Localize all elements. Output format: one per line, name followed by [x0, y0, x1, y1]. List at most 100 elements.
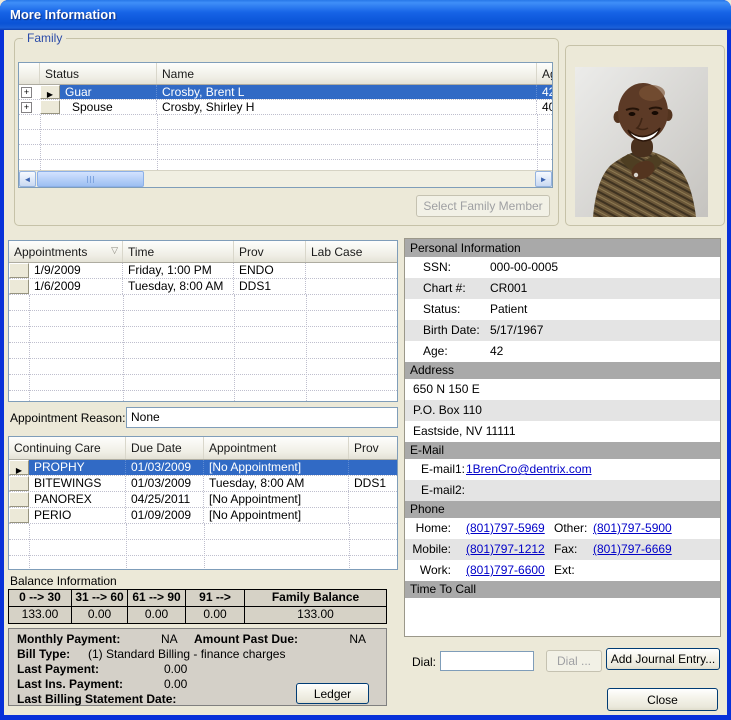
- chart-value: CR001: [490, 281, 528, 295]
- age-row: Age: 42: [405, 341, 720, 362]
- add-journal-entry-button[interactable]: Add Journal Entry...: [606, 648, 720, 670]
- empty-row: [9, 375, 397, 391]
- expand-icon[interactable]: +: [21, 102, 32, 113]
- age-column-header[interactable]: Ag: [537, 63, 552, 84]
- continuing-care-column-header[interactable]: Continuing Care: [9, 437, 126, 459]
- phone-row-home-other: Home: (801)797-5969 Other: (801)797-5900: [405, 518, 720, 539]
- family-group-label: Family: [23, 31, 67, 45]
- balance-header-row: 0 --> 30 31 --> 60 61 --> 90 91 --> Fami…: [9, 590, 386, 607]
- scroll-left-icon[interactable]: ◄: [19, 171, 36, 187]
- care-type-cell: PROPHY: [29, 460, 126, 475]
- status-row: Status: Patient: [405, 299, 720, 320]
- window-title: More Information: [10, 7, 117, 22]
- aging-61-90-value: 0.00: [128, 607, 186, 623]
- title-bar[interactable]: More Information: [0, 0, 731, 30]
- chart-row: Chart #: CR001: [405, 278, 720, 299]
- work-label: Work:: [419, 563, 451, 577]
- tree-cell: +: [19, 100, 40, 114]
- family-grid: Status Name Ag + ▶ Guar Crosby, Brent L …: [18, 62, 553, 188]
- continuing-care-row[interactable]: BITEWINGS 01/03/2009 Tuesday, 8:00 AM DD…: [9, 476, 397, 492]
- close-button[interactable]: Close: [607, 688, 718, 711]
- dial-button[interactable]: Dial ...: [546, 650, 602, 672]
- time-column-header[interactable]: Time: [123, 241, 234, 262]
- aging-31-60-value: 0.00: [72, 607, 128, 623]
- empty-row: [9, 295, 397, 311]
- continuing-care-row[interactable]: ▶ PROPHY 01/03/2009 [No Appointment]: [9, 460, 397, 476]
- appointments-column-header[interactable]: Appointments ▽: [9, 241, 123, 262]
- grid-line: [204, 524, 206, 569]
- status-value: Patient: [490, 302, 528, 316]
- address-text: 650 N 150 E: [413, 382, 480, 396]
- family-row-guarantor[interactable]: + ▶ Guar Crosby, Brent L 42: [19, 85, 552, 100]
- ssn-label: SSN:: [423, 260, 452, 274]
- continuing-care-row[interactable]: PERIO 01/09/2009 [No Appointment]: [9, 508, 397, 524]
- name-column-header[interactable]: Name: [157, 63, 537, 84]
- appointment-column-header[interactable]: Appointment: [204, 437, 349, 459]
- address-header: Address: [405, 362, 720, 379]
- care-type-cell: PANOREX: [29, 492, 126, 507]
- care-prov-cell: DDS1: [354, 476, 387, 490]
- appointment-date-cell: 1/6/2009: [29, 279, 123, 294]
- row-selector-cell: [9, 508, 29, 523]
- email1-label: E-mail1:: [421, 462, 466, 476]
- family-row-spouse[interactable]: + Spouse Crosby, Shirley H 40: [19, 100, 552, 115]
- grid-line: [29, 295, 31, 401]
- aging-0-30-value: 133.00: [9, 607, 72, 623]
- address-line-2: P.O. Box 110: [405, 400, 720, 421]
- patient-info-panel: Personal Information SSN: 000-00-0005 Ch…: [404, 238, 721, 637]
- grid-line: [349, 524, 351, 569]
- appointments-grid-header: Appointments ▽ Time Prov Lab Case: [9, 241, 397, 263]
- grid-line: [306, 295, 308, 401]
- care-appt-cell: [No Appointment]: [204, 508, 349, 523]
- row-selector-cell: [40, 100, 60, 114]
- lab-case-column-header[interactable]: Lab Case: [306, 241, 397, 262]
- scroll-right-icon[interactable]: ►: [535, 171, 552, 187]
- fax-label: Fax:: [554, 542, 578, 556]
- prov-column-header[interactable]: Prov: [234, 241, 306, 262]
- birth-date-value: 5/17/1967: [490, 323, 544, 337]
- ledger-button[interactable]: Ledger: [296, 683, 369, 704]
- grid-line: [537, 115, 539, 170]
- ext-label: Ext:: [554, 563, 575, 577]
- chart-label: Chart #:: [423, 281, 466, 295]
- phone-row-work-ext: Work: (801)797-6600 Ext:: [405, 560, 720, 581]
- due-date-column-header[interactable]: Due Date: [126, 437, 204, 459]
- fax-phone-link[interactable]: (801)797-6669: [593, 539, 672, 560]
- family-status-cell: Guar: [60, 85, 157, 99]
- select-family-member-button[interactable]: Select Family Member: [416, 195, 550, 217]
- appointment-row[interactable]: 1/9/2009 Friday, 1:00 PM ENDO: [9, 263, 397, 279]
- balance-values-row: 133.00 0.00 0.00 0.00 133.00: [9, 607, 386, 623]
- email1-row: E-mail1: 1BrenCro@dentrix.com: [405, 459, 720, 480]
- expand-icon[interactable]: +: [21, 87, 32, 98]
- address-line-3: Eastside, NV 11111: [405, 421, 720, 442]
- last-ins-payment-value: 0.00: [164, 677, 188, 691]
- email1-link[interactable]: 1BrenCro@dentrix.com: [466, 459, 592, 480]
- dial-input[interactable]: [440, 651, 534, 671]
- appointment-time-cell: Friday, 1:00 PM: [123, 263, 234, 278]
- aging-91-header: 91 -->: [186, 590, 245, 606]
- appointment-date-cell: 1/9/2009: [29, 263, 123, 278]
- care-due-cell: 01/03/2009: [126, 460, 204, 475]
- appointments-grid: Appointments ▽ Time Prov Lab Case 1/9/200…: [8, 240, 398, 402]
- home-label: Home:: [415, 521, 451, 535]
- prov-column-header[interactable]: Prov: [349, 437, 397, 459]
- appointment-row[interactable]: 1/6/2009 Tuesday, 8:00 AM DDS1: [9, 279, 397, 295]
- mobile-phone-link[interactable]: (801)797-1212: [466, 539, 545, 560]
- dial-label: Dial:: [412, 655, 437, 669]
- continuing-care-row[interactable]: PANOREX 04/25/2011 [No Appointment]: [9, 492, 397, 508]
- home-phone-link[interactable]: (801)797-5969: [466, 518, 545, 539]
- work-phone-link[interactable]: (801)797-6600: [466, 560, 545, 581]
- last-ins-payment-label: Last Ins. Payment:: [17, 677, 124, 691]
- appointment-prov-cell: DDS1: [234, 279, 306, 294]
- family-grid-hscrollbar[interactable]: ◄ ►: [19, 170, 552, 187]
- bill-type-label: Bill Type:: [17, 647, 71, 661]
- care-prov-cell: [349, 492, 397, 507]
- care-prov-cell: [349, 508, 397, 523]
- scrollbar-thumb[interactable]: [37, 171, 144, 187]
- last-payment-label: Last Payment:: [17, 662, 100, 676]
- status-column-header[interactable]: Status: [40, 63, 157, 84]
- phone-row-mobile-fax: Mobile: (801)797-1212 Fax: (801)797-6669: [405, 539, 720, 560]
- appointment-reason-field[interactable]: None: [126, 407, 398, 428]
- other-phone-link[interactable]: (801)797-5900: [593, 518, 672, 539]
- mobile-label: Mobile:: [412, 542, 451, 556]
